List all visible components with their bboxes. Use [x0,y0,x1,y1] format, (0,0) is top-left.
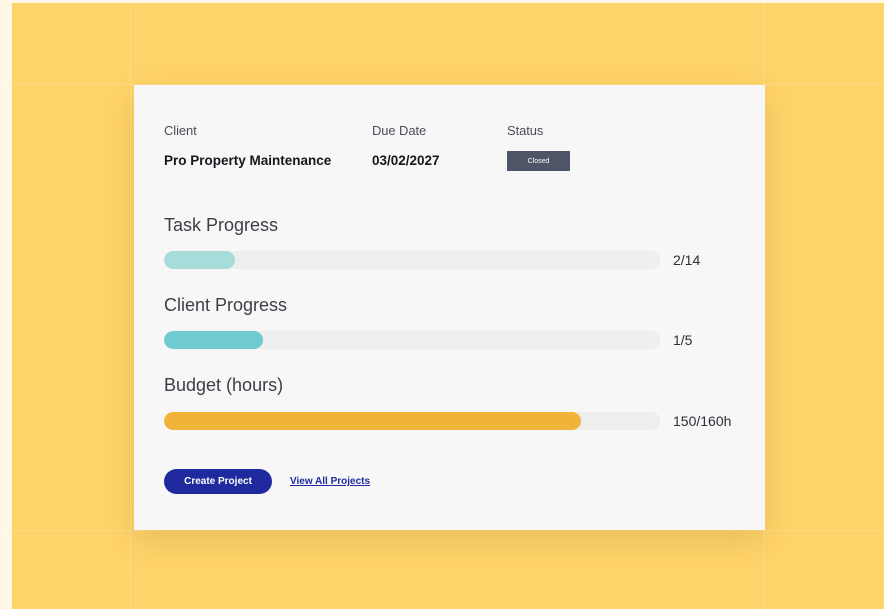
project-summary-card: Client Pro Property Maintenance Due Date… [134,85,765,530]
due-date-label: Due Date [372,123,427,138]
client-name: Pro Property Maintenance [164,153,332,168]
grid-line [0,530,884,531]
client-progress-bar [164,331,660,349]
status-label: Status [507,123,544,138]
left-edge-strip [0,0,12,609]
view-all-projects-link[interactable]: View All Projects [290,476,370,487]
client-progress-count: 1/5 [673,332,693,348]
client-label: Client [164,123,197,138]
task-progress-bar [164,251,660,269]
budget-count: 150/160h [673,413,732,429]
budget-progress-bar [164,412,660,430]
task-progress-fill [164,251,235,269]
create-project-button[interactable]: Create Project [164,469,272,494]
top-edge-strip [0,0,884,3]
task-progress-title: Task Progress [164,215,279,235]
client-progress-title: Client Progress [164,295,288,315]
budget-progress-fill [164,412,581,430]
grid-line [130,0,131,609]
due-date-value: 03/02/2027 [372,153,440,168]
status-badge: Closed [507,151,570,171]
budget-title: Budget (hours) [164,375,284,395]
task-progress-count: 2/14 [673,252,701,268]
client-progress-fill [164,331,264,349]
